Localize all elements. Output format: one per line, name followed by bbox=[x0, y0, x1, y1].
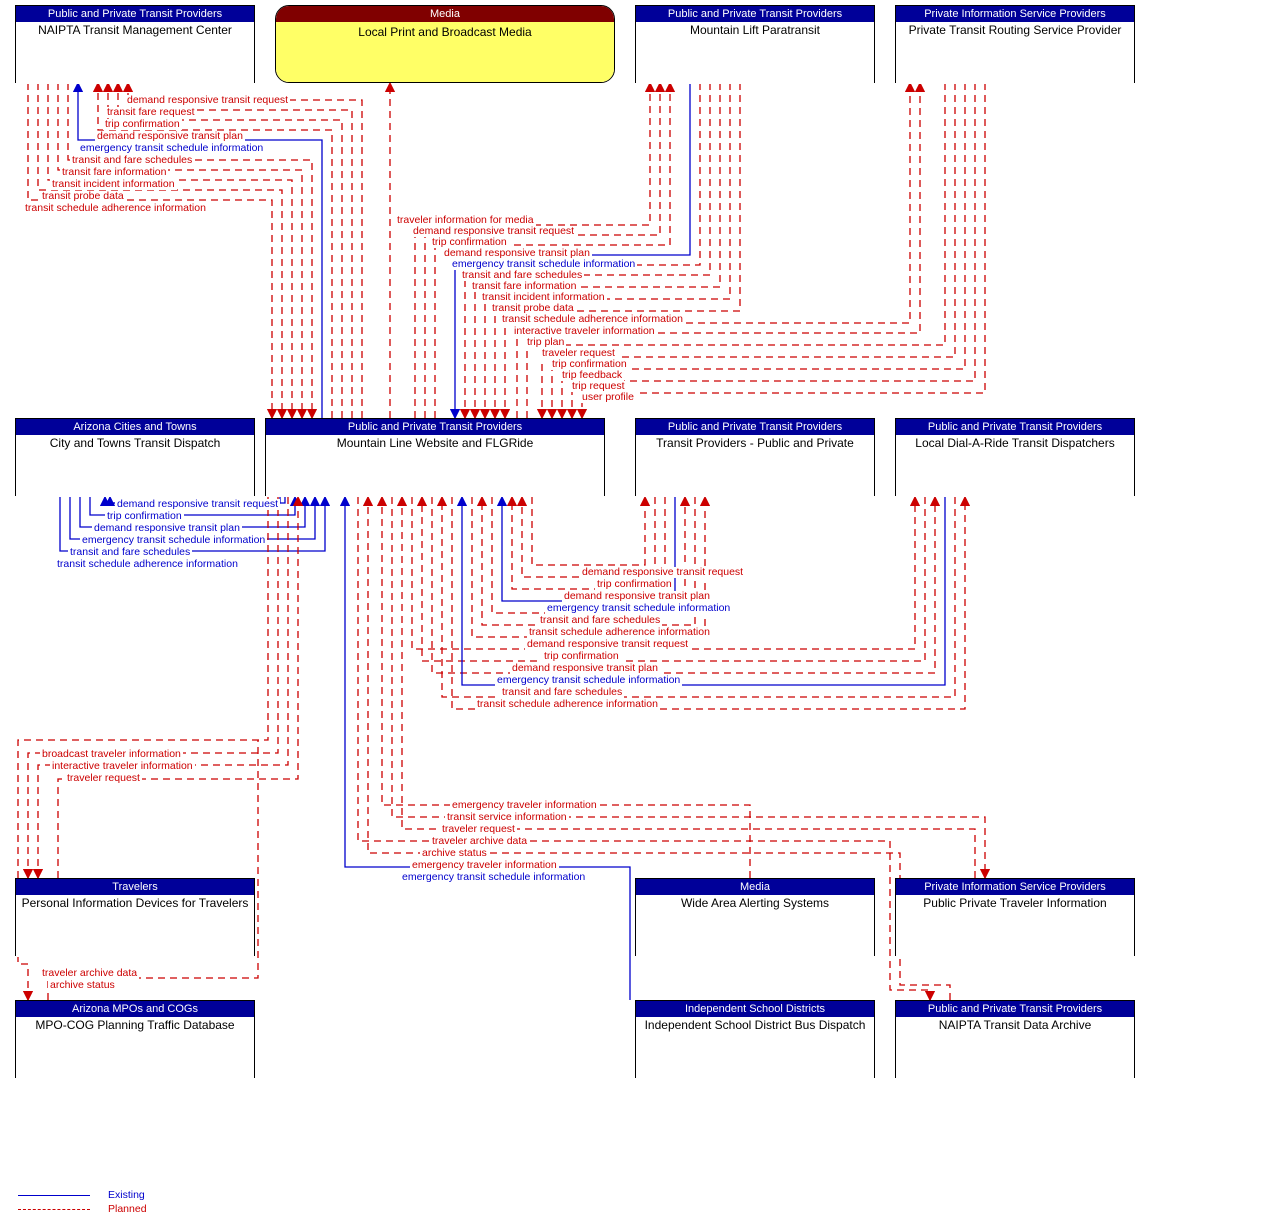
element-label: Mountain Line Website and FLGRide bbox=[266, 435, 604, 497]
node-ctt[interactable]: Arizona Cities and Towns City and Towns … bbox=[15, 418, 255, 496]
stakeholder-label: Travelers bbox=[16, 879, 254, 895]
element-label: Wide Area Alerting Systems bbox=[636, 895, 874, 957]
stakeholder-label: Arizona MPOs and COGs bbox=[16, 1001, 254, 1017]
element-label: NAIPTA Transit Data Archive bbox=[896, 1017, 1134, 1079]
flow-label: transit schedule adherence information bbox=[23, 203, 208, 214]
stakeholder-label: Private Information Service Providers bbox=[896, 879, 1134, 895]
node-waa[interactable]: Media Wide Area Alerting Systems bbox=[635, 878, 875, 956]
flow-label: transit and fare schedules bbox=[500, 687, 624, 698]
flow-label: emergency traveler information bbox=[450, 800, 599, 811]
stakeholder-label: Arizona Cities and Towns bbox=[16, 419, 254, 435]
flow-label: transit schedule adherence information bbox=[527, 627, 712, 638]
flow-label: demand responsive transit request bbox=[525, 639, 690, 650]
flow-label: emergency transit schedule information bbox=[400, 872, 587, 883]
flow-label: emergency transit schedule information bbox=[545, 603, 732, 614]
node-ntda[interactable]: Public and Private Transit Providers NAI… bbox=[895, 1000, 1135, 1078]
element-label: MPO-COG Planning Traffic Database bbox=[16, 1017, 254, 1079]
legend-text-planned: Planned bbox=[108, 1203, 147, 1215]
flow-label: demand responsive transit plan bbox=[562, 591, 712, 602]
node-mlw[interactable]: Public and Private Transit Providers Mou… bbox=[265, 418, 605, 496]
flow-label: demand responsive transit request bbox=[115, 499, 280, 510]
node-tppp[interactable]: Public and Private Transit Providers Tra… bbox=[635, 418, 875, 496]
flow-label: trip confirmation bbox=[595, 579, 674, 590]
node-ppti[interactable]: Private Information Service Providers Pu… bbox=[895, 878, 1135, 956]
stakeholder-label: Public and Private Transit Providers bbox=[636, 6, 874, 22]
legend: Existing Planned bbox=[18, 1189, 147, 1217]
flow-label: transit service information bbox=[445, 812, 569, 823]
flow-label: transit schedule adherence information bbox=[500, 314, 685, 325]
flow-label: demand responsive transit request bbox=[580, 567, 745, 578]
stakeholder-label: Public and Private Transit Providers bbox=[636, 419, 874, 435]
flow-label: emergency traveler information bbox=[410, 860, 559, 871]
flow-label: demand responsive transit plan bbox=[510, 663, 660, 674]
flow-label: traveler request bbox=[65, 773, 142, 784]
flow-label: archive status bbox=[420, 848, 489, 859]
element-label: Private Transit Routing Service Provider bbox=[896, 22, 1134, 84]
element-label: Local Print and Broadcast Media bbox=[276, 22, 614, 83]
flow-label: trip confirmation bbox=[103, 119, 182, 130]
flow-label: demand responsive transit plan bbox=[95, 131, 245, 142]
flow-label: transit incident information bbox=[50, 179, 177, 190]
stakeholder-label: Media bbox=[636, 879, 874, 895]
stakeholder-label: Public and Private Transit Providers bbox=[896, 419, 1134, 435]
element-label: Personal Information Devices for Travele… bbox=[16, 895, 254, 957]
flow-label: traveler request bbox=[440, 824, 517, 835]
flow-label: transit schedule adherence information bbox=[55, 559, 240, 570]
stakeholder-label: Public and Private Transit Providers bbox=[896, 1001, 1134, 1017]
flow-label: emergency transit schedule information bbox=[495, 675, 682, 686]
element-label: Public Private Traveler Information bbox=[896, 895, 1134, 957]
element-label: Local Dial-A-Ride Transit Dispatchers bbox=[896, 435, 1134, 497]
node-mpocog[interactable]: Arizona MPOs and COGs MPO-COG Planning T… bbox=[15, 1000, 255, 1078]
flow-label: trip confirmation bbox=[542, 651, 621, 662]
flow-label: traveler archive data bbox=[430, 836, 529, 847]
flow-label: traveler archive data bbox=[40, 968, 139, 979]
node-ldar[interactable]: Public and Private Transit Providers Loc… bbox=[895, 418, 1135, 496]
flow-label: transit probe data bbox=[40, 191, 126, 202]
flow-label: user profile bbox=[580, 392, 636, 403]
node-isdbd[interactable]: Independent School Districts Independent… bbox=[635, 1000, 875, 1078]
flow-label: interactive traveler information bbox=[50, 761, 195, 772]
flow-label: transit fare request bbox=[105, 107, 197, 118]
element-label: Mountain Lift Paratransit bbox=[636, 22, 874, 84]
flow-label: transit and fare schedules bbox=[68, 547, 192, 558]
stakeholder-label: Private Information Service Providers bbox=[896, 6, 1134, 22]
element-label: Independent School District Bus Dispatch bbox=[636, 1017, 874, 1079]
flow-label: archive status bbox=[48, 980, 117, 991]
legend-line-existing bbox=[18, 1195, 90, 1196]
flow-label: broadcast traveler information bbox=[40, 749, 183, 760]
node-mlp[interactable]: Public and Private Transit Providers Mou… bbox=[635, 5, 875, 83]
node-naipta-tmc[interactable]: Public and Private Transit Providers NAI… bbox=[15, 5, 255, 83]
legend-text-existing: Existing bbox=[108, 1189, 145, 1201]
stakeholder-label: Public and Private Transit Providers bbox=[16, 6, 254, 22]
stakeholder-label: Public and Private Transit Providers bbox=[266, 419, 604, 435]
flow-label: trip confirmation bbox=[105, 511, 184, 522]
flow-label: demand responsive transit request bbox=[125, 95, 290, 106]
stakeholder-label: Media bbox=[276, 6, 614, 22]
flow-label: emergency transit schedule information bbox=[80, 535, 267, 546]
flow-label: demand responsive transit plan bbox=[92, 523, 242, 534]
stakeholder-label: Independent School Districts bbox=[636, 1001, 874, 1017]
node-media[interactable]: Media Local Print and Broadcast Media bbox=[275, 5, 615, 83]
element-label: Transit Providers - Public and Private bbox=[636, 435, 874, 497]
element-label: City and Towns Transit Dispatch bbox=[16, 435, 254, 497]
flow-label: transit schedule adherence information bbox=[475, 699, 660, 710]
node-ptrsp[interactable]: Private Information Service Providers Pr… bbox=[895, 5, 1135, 83]
element-label: NAIPTA Transit Management Center bbox=[16, 22, 254, 84]
node-pidt[interactable]: Travelers Personal Information Devices f… bbox=[15, 878, 255, 956]
flow-label: transit fare information bbox=[60, 167, 168, 178]
flow-label: transit and fare schedules bbox=[538, 615, 662, 626]
flow-label: emergency transit schedule information bbox=[78, 143, 265, 154]
flow-label: transit and fare schedules bbox=[70, 155, 194, 166]
legend-line-planned bbox=[18, 1209, 90, 1210]
